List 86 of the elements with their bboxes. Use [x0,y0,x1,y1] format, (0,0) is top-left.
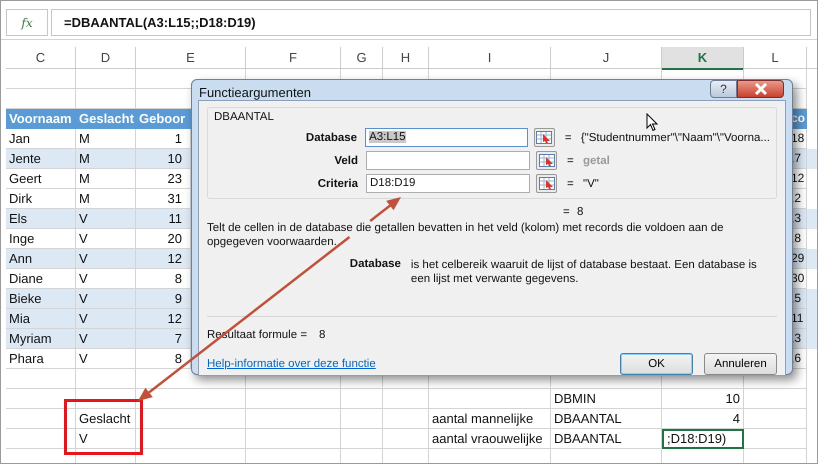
table-cell: V [76,349,136,369]
close-icon [754,83,768,95]
table-cell: DBAANTAL [551,429,662,449]
table-cell: Ann [6,249,76,269]
argument-name: Database [348,258,402,272]
table-cell: V [76,249,136,269]
column-header[interactable]: D [76,47,136,70]
column-header[interactable]: I [429,47,551,70]
empty-cell [6,429,76,449]
insert-function-button[interactable]: fx [6,9,48,36]
table-cell: DBMIN [551,389,662,409]
function-description: Telt de cellen in de database die getallen bevatten in het veld (kolom) met records die voldoen aan de opgegeven voorwaarden. [207,221,725,249]
table-cell: DBAANTAL [551,409,662,429]
column-header[interactable]: G [341,47,383,70]
empty-cell [744,409,807,429]
argument-result: "V" [583,178,599,190]
table-cell: Phara [6,349,76,369]
empty-cell [744,389,807,409]
range-picker-button[interactable] [536,174,557,193]
empty-cell [6,369,76,389]
table-cell[interactable]: ;D18:D19) [662,429,744,449]
range-picker-icon [538,154,554,167]
equals-sign: = [567,154,575,166]
table-cell[interactable]: 10 [662,389,744,409]
empty-cell [341,429,383,449]
table-cell: aantal mannelijke [429,409,551,429]
range-picker-button[interactable] [536,151,557,170]
range-picker-button[interactable] [534,128,555,147]
equals-sign: = [567,178,575,190]
empty-cell [6,69,76,89]
argument-description: is het celbereik waaruit de lijst of database bestaat. Een database is een lijst met verwante gegevens. [410,258,758,286]
empty-cell [744,429,807,449]
help-button[interactable]: ? [710,80,737,98]
function-result: 8 [577,206,584,218]
table-cell: V [76,429,136,449]
argument-label: Database [304,132,358,144]
dialog-title: Functieargumenten [199,85,312,100]
column-header[interactable]: E [136,47,246,70]
cancel-button[interactable]: Annuleren [704,353,777,375]
empty-cell [341,389,383,409]
empty-cell [383,389,429,409]
equals-sign: = [563,206,571,218]
table-header-cell: Geboor [136,109,191,129]
table-cell: Myriam [6,329,76,349]
column-header[interactable]: F [246,47,341,70]
argument-field[interactable]: A3:L15 [365,128,528,147]
formula-field[interactable]: =DBAANTAL(A3:L15;;D18:D19) [51,9,811,36]
table-cell[interactable]: 4 [662,409,744,429]
argument-field[interactable]: D18:D19 [366,174,530,193]
argument-label: Criteria [316,178,359,190]
table-cell: Geslacht [76,409,136,429]
column-header[interactable]: L [744,47,807,70]
empty-cell [76,389,136,409]
argument-field[interactable] [366,151,530,170]
empty-cell [76,369,136,389]
table-cell: aantal vraouwelijke [429,429,551,449]
formula-result-value: 8 [319,329,326,341]
table-header-cell: Voornaam [6,109,76,129]
table-cell: V [76,329,136,349]
empty-cell [76,69,136,89]
table-cell: Geert [6,169,76,189]
argument-result: {"Studentnummer"\"Naam"\"Voorna... [580,132,770,144]
range-picker-icon [538,177,554,190]
empty-cell [341,409,383,429]
close-button[interactable] [737,80,784,98]
empty-cell [383,429,429,449]
argument-label: Veld [333,154,359,166]
table-cell: Jente [6,149,76,169]
table-cell: Els [6,209,76,229]
column-header[interactable]: K [662,47,744,70]
table-header-cell: Geslacht [76,109,136,129]
column-header[interactable]: H [383,47,429,70]
equals-sign: = [564,132,573,144]
empty-cell [6,389,76,409]
table-cell: M [76,169,136,189]
table-cell: M [76,149,136,169]
help-link[interactable]: Help-informatie over deze functie [207,358,376,370]
group-title: DBAANTAL [214,111,274,123]
column-header[interactable]: C [6,47,76,70]
mouse-pointer-icon [646,113,658,132]
range-picker-icon [536,131,552,144]
empty-cell [383,409,429,429]
table-cell: V [76,209,136,229]
argument-result: getal [583,154,610,166]
ok-button[interactable]: OK [620,353,693,375]
empty-cell [6,409,76,429]
